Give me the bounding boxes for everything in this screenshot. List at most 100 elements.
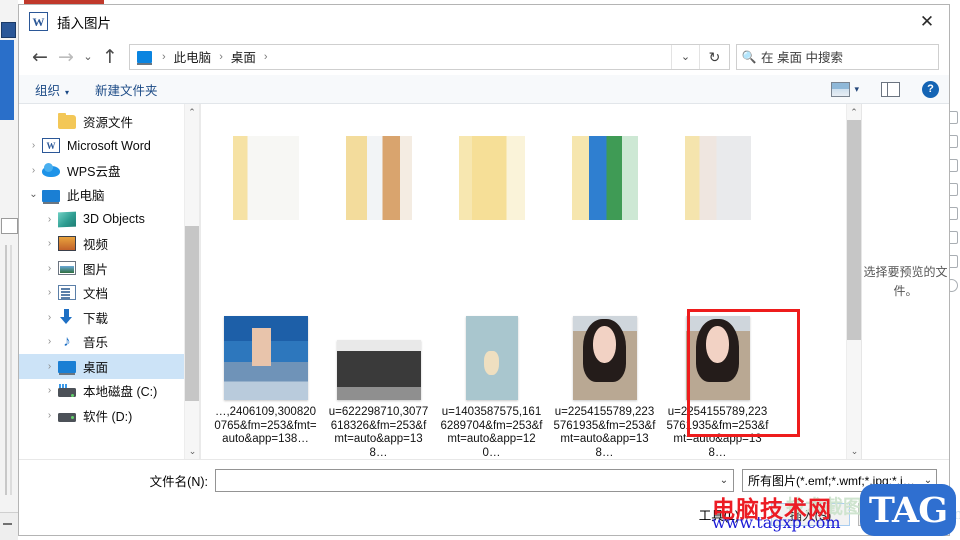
cancel-button[interactable]: 取消 <box>858 503 937 526</box>
3d-objects-icon <box>58 211 76 228</box>
file-thumbnail <box>322 292 435 400</box>
file-name-label <box>435 220 548 226</box>
documents-icon <box>58 285 76 301</box>
tree-item-12[interactable]: › 软件 (D:) <box>19 403 199 428</box>
file-item[interactable]: u=1403587575,1616289704&fm=253&fmt=auto&… <box>435 292 548 459</box>
tree-item-3[interactable]: ⌄ 此电脑 <box>19 183 199 208</box>
tree-scroll-up-icon[interactable]: ⌃ <box>185 104 199 120</box>
tree-item-label: 下载 <box>83 311 109 326</box>
thumbnail-face-region <box>592 326 616 364</box>
file-item[interactable] <box>209 112 322 292</box>
downloads-icon <box>58 309 76 325</box>
file-item[interactable]: u=622298710,3077618326&fm=253&fmt=auto&a… <box>322 292 435 459</box>
recent-locations-button[interactable]: ⌄ <box>79 44 97 70</box>
chevron-down-icon[interactable]: ⌄ <box>25 189 42 200</box>
help-icon[interactable]: ? <box>922 80 939 98</box>
dialog-footer: 文件名(N): ⌄ 所有图片(*.emf;*.wmf;*.jpg;*.j… ⌄ … <box>19 459 949 535</box>
tree-item-2[interactable]: › WPS云盘 <box>19 158 199 183</box>
file-thumbnail <box>548 292 661 400</box>
dialog-body: 资源文件 › W Microsoft Word › WPS云盘 ⌄ 此电脑 › 3D Object… <box>19 104 949 459</box>
tree-scrollbar[interactable]: ⌃ ⌄ <box>184 104 199 459</box>
breadcrumb-separator: › <box>219 50 223 63</box>
command-bar-right: ▾ ? <box>831 80 949 98</box>
chevron-right-icon[interactable]: › <box>41 214 58 225</box>
filetype-dropdown-icon[interactable]: ⌄ <box>920 475 936 486</box>
tree-item-0[interactable]: 资源文件 <box>19 109 199 134</box>
tree-item-label: 此电脑 <box>67 189 105 204</box>
chevron-right-icon[interactable]: › <box>41 410 58 421</box>
tree-item-label: 3D Objects <box>83 212 145 227</box>
filetype-select[interactable]: 所有图片(*.emf;*.wmf;*.jpg;*.j… ⌄ <box>742 469 937 492</box>
tools-button[interactable]: 工具(L) ▾ <box>699 505 749 524</box>
background-blue-panel <box>0 40 14 120</box>
tree-item-8[interactable]: › 下载 <box>19 305 199 330</box>
file-thumbnail <box>435 112 548 220</box>
breadcrumb-separator: › <box>263 50 268 63</box>
file-item[interactable] <box>322 112 435 292</box>
chevron-right-icon[interactable]: › <box>41 263 58 274</box>
file-item[interactable] <box>661 112 774 292</box>
tree-item-4[interactable]: › 3D Objects <box>19 207 199 232</box>
tree-item-10[interactable]: › 桌面 <box>19 354 199 379</box>
file-item[interactable]: u=2254155789,2235761935&fm=253&fmt=auto&… <box>661 292 774 459</box>
thumbnail-blurred-document <box>684 136 751 220</box>
breadcrumb-item-this-pc[interactable]: 此电脑 <box>172 47 214 66</box>
file-thumbnail <box>322 112 435 220</box>
tree-scrollbar-thumb[interactable] <box>185 226 199 401</box>
chevron-right-icon[interactable]: › <box>41 336 58 347</box>
view-layout-icon[interactable] <box>831 81 851 97</box>
file-list-scrollbar[interactable]: ⌃ ⌄ <box>846 104 861 459</box>
tree-item-label: 音乐 <box>83 336 109 351</box>
breadcrumb-separator: › <box>162 50 166 63</box>
insert-button[interactable]: 插入(S) <box>771 503 850 526</box>
forward-button[interactable]: → <box>53 44 79 70</box>
file-item[interactable] <box>435 112 548 292</box>
up-button[interactable]: ↑ <box>97 44 123 70</box>
file-name-label: u=622298710,3077618326&fm=253&fmt=auto&a… <box>328 406 429 459</box>
file-scroll-down-icon[interactable]: ⌄ <box>847 443 861 459</box>
chevron-right-icon[interactable]: › <box>41 287 58 298</box>
file-grid: …,2406109,3008200765&fm=253&fmt=auto&app… <box>201 104 861 459</box>
file-scroll-up-icon[interactable]: ⌃ <box>847 104 861 120</box>
word-icon: W <box>42 138 60 154</box>
chevron-right-icon[interactable]: › <box>25 140 42 151</box>
this-pc-icon <box>42 189 60 204</box>
preview-pane-icon[interactable] <box>881 81 900 97</box>
file-item[interactable]: u=2254155789,2235761935&fm=253&fmt=auto&… <box>548 292 661 459</box>
dialog-title: 插入图片 <box>57 15 111 31</box>
organize-menu[interactable]: 组织 ▾ <box>35 80 69 99</box>
close-button[interactable]: ✕ <box>905 5 949 38</box>
tree-item-1[interactable]: › W Microsoft Word <box>19 134 199 159</box>
desktop-icon <box>58 361 76 376</box>
local-disk-icon <box>58 384 76 398</box>
address-dropdown-icon[interactable]: ⌄ <box>671 44 699 69</box>
tree-item-11[interactable]: › 本地磁盘 (C:) <box>19 379 199 404</box>
thumbnail-blurred-document <box>232 136 299 220</box>
file-item[interactable] <box>548 112 661 292</box>
file-thumbnail <box>661 112 774 220</box>
chevron-right-icon[interactable]: › <box>41 238 58 249</box>
address-bar[interactable]: › 此电脑 › 桌面 › ⌄ ↻ <box>129 43 730 70</box>
chevron-right-icon[interactable]: › <box>41 361 58 372</box>
tree-item-5[interactable]: › 视频 <box>19 232 199 257</box>
search-box[interactable]: 🔍 在 桌面 中搜索 <box>736 43 939 70</box>
file-item[interactable]: …,2406109,3008200765&fm=253&fmt=auto&app… <box>209 292 322 459</box>
new-folder-button[interactable]: 新建文件夹 <box>95 80 158 99</box>
back-button[interactable]: ← <box>27 44 53 70</box>
tree-item-label: 本地磁盘 (C:) <box>83 385 158 400</box>
filename-input[interactable]: ⌄ <box>215 469 734 492</box>
refresh-icon[interactable]: ↻ <box>699 44 729 69</box>
tree-scroll-down-icon[interactable]: ⌄ <box>185 443 199 459</box>
tree-item-6[interactable]: › 图片 <box>19 256 199 281</box>
preview-pane: 选择要预览的文件。 <box>861 104 949 459</box>
breadcrumb-item-desktop[interactable]: 桌面 <box>229 47 258 66</box>
chevron-right-icon[interactable]: › <box>25 165 42 176</box>
tree-item-7[interactable]: › 文档 <box>19 281 199 306</box>
view-caret-icon[interactable]: ▾ <box>854 84 859 95</box>
chevron-right-icon[interactable]: › <box>41 312 58 323</box>
background-small-box <box>1 218 18 234</box>
chevron-right-icon[interactable]: › <box>41 385 58 396</box>
file-scrollbar-thumb[interactable] <box>847 120 861 340</box>
tree-item-9[interactable]: › ♪ 音乐 <box>19 330 199 355</box>
filename-dropdown-icon[interactable]: ⌄ <box>715 475 733 486</box>
